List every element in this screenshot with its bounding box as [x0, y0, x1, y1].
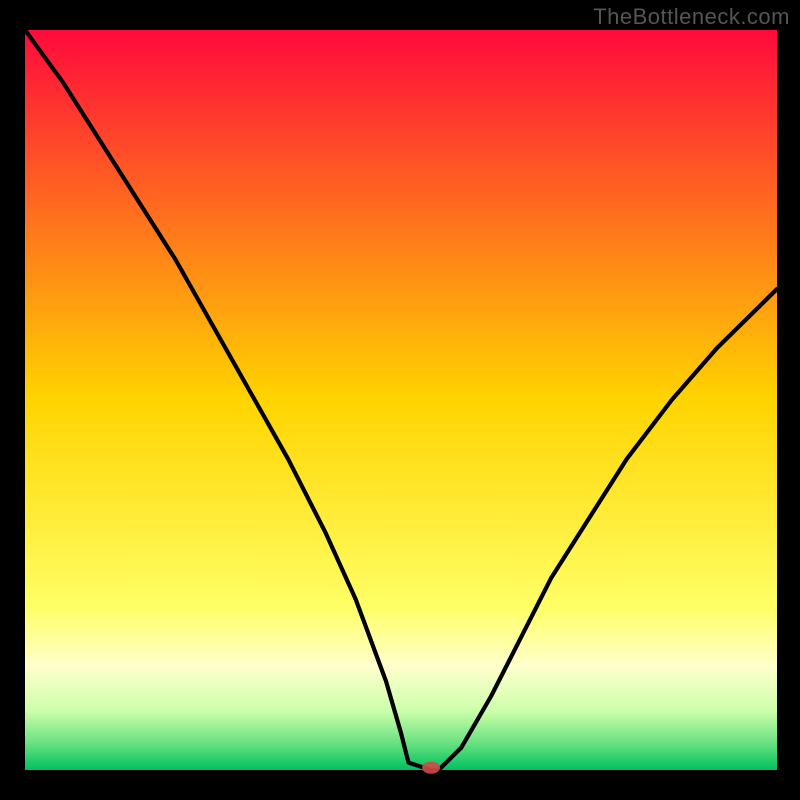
minimum-marker: [422, 762, 440, 774]
chart-stage: TheBottleneck.com: [0, 0, 800, 800]
plot-background: [25, 30, 777, 770]
watermark-text: TheBottleneck.com: [593, 4, 790, 30]
chart-svg: [0, 0, 800, 800]
